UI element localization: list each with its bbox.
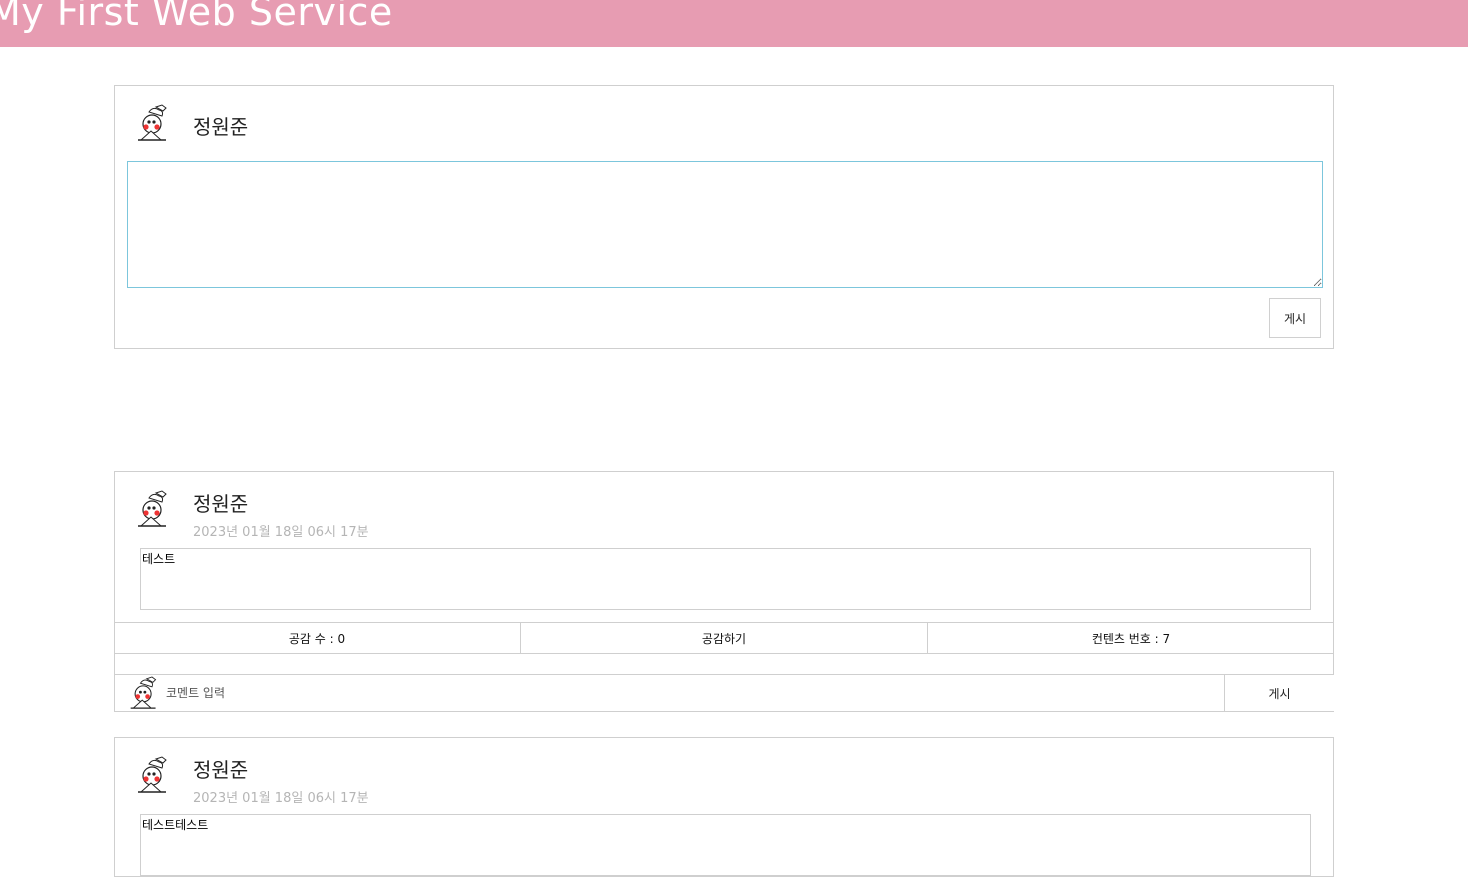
chef-avatar-icon xyxy=(128,676,160,710)
comment-post-button[interactable]: 게시 xyxy=(1224,675,1334,711)
like-button[interactable]: 공감하기 xyxy=(521,623,928,653)
chef-avatar-icon xyxy=(135,104,171,142)
post-stats-row: 공감 수 : 0 공감하기 컨텐츠 번호 : 7 xyxy=(114,622,1334,654)
post-composer: 정원준 게시 xyxy=(114,85,1334,349)
chef-avatar-icon xyxy=(135,490,171,528)
post-username: 정원준 xyxy=(193,492,249,516)
post-textarea[interactable] xyxy=(127,161,1323,288)
post-body: 테스트테스트 xyxy=(140,814,1311,876)
comment-input[interactable] xyxy=(166,681,1206,705)
chef-avatar-icon xyxy=(135,756,171,794)
composer-post-button[interactable]: 게시 xyxy=(1269,298,1321,338)
comment-row: 게시 xyxy=(114,674,1334,712)
composer-username: 정원준 xyxy=(193,115,249,139)
post-username: 정원준 xyxy=(193,758,249,782)
site-title: My First Web Service xyxy=(0,0,393,34)
like-count: 공감 수 : 0 xyxy=(114,623,521,653)
post-timestamp: 2023년 01월 18일 06시 17분 xyxy=(193,791,369,806)
site-header: My First Web Service xyxy=(0,0,1468,47)
content-number: 컨텐츠 번호 : 7 xyxy=(1091,631,1171,646)
post-body: 테스트 xyxy=(140,548,1311,610)
post-card: 정원준 2023년 01월 18일 06시 17분 테스트테스트 xyxy=(114,737,1334,877)
post-card: 정원준 2023년 01월 18일 06시 17분 테스트 공감 수 : 0 공… xyxy=(114,471,1334,712)
post-timestamp: 2023년 01월 18일 06시 17분 xyxy=(193,525,369,540)
